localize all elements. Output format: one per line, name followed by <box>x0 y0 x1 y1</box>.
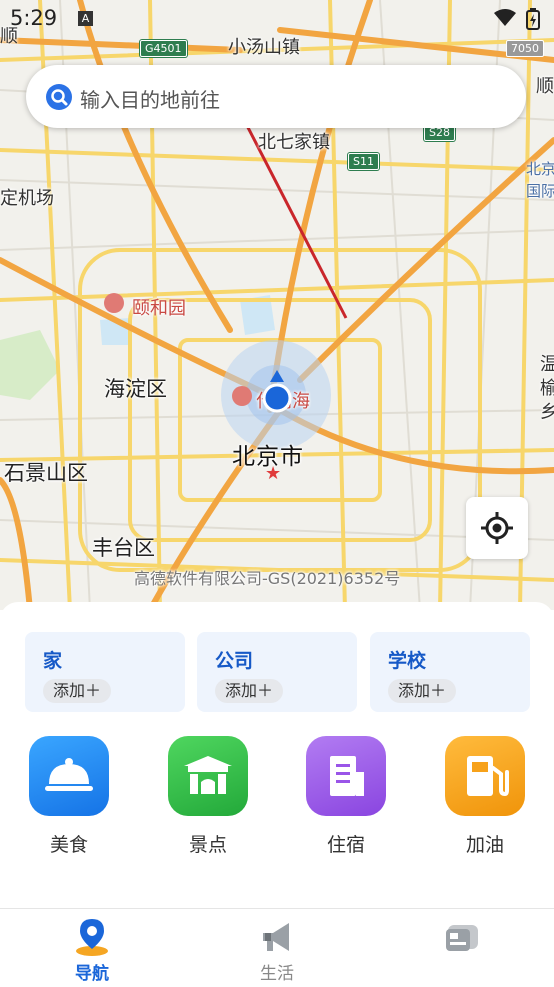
map-label-fengtai: 丰台区 <box>92 536 155 560</box>
poi-shichahai-icon[interactable] <box>232 386 252 406</box>
map-copyright: 高德软件有限公司-GS(2021)6352号 <box>134 569 401 588</box>
current-location-icon <box>262 370 292 413</box>
favorite-home-card[interactable]: 家 添加＋ <box>25 632 185 712</box>
road-badge-s11: S11 <box>348 153 379 170</box>
map-label-shijingshan: 石景山区 <box>4 461 88 485</box>
locate-me-button[interactable] <box>466 497 528 559</box>
map-label-right-edge-2: 温 <box>540 354 554 375</box>
crosshair-icon <box>481 512 513 544</box>
favorite-company-add-button[interactable]: 添加＋ <box>215 679 284 703</box>
wifi-icon <box>494 9 516 26</box>
search-placeholder: 输入目的地前往 <box>80 88 220 112</box>
road-badge-g4501: G4501 <box>140 40 187 57</box>
map-label-right-edge-4: 乡 <box>540 402 554 423</box>
search-icon <box>46 84 72 110</box>
poi-yiheyuan-icon[interactable] <box>104 293 124 313</box>
map-label-right-edge-1: 顺 <box>536 76 554 97</box>
status-time: 5:29 <box>10 6 58 30</box>
map-label-airport-east-1: 北京 <box>526 160 554 178</box>
favorite-home-add-button[interactable]: 添加＋ <box>43 679 112 703</box>
bottom-tab-bar: 导航 生活 <box>0 908 554 987</box>
tab-navigation-label: 导航 <box>75 964 109 984</box>
navigation-pin-icon <box>76 919 108 956</box>
favorite-school-add-button[interactable]: 添加＋ <box>388 679 457 703</box>
battery-icon <box>526 8 540 30</box>
tab-navigation[interactable]: 导航 <box>32 909 152 987</box>
favorite-company-card[interactable]: 公司 添加＋ <box>197 632 357 712</box>
map-label-airport-west: 定机场 <box>0 188 54 209</box>
category-hotel[interactable]: 住宿 <box>301 736 391 857</box>
category-food-label: 美食 <box>49 834 88 856</box>
map-label-beiqijia: 北七家镇 <box>258 132 330 153</box>
category-fuel[interactable]: 加油 <box>440 736 530 857</box>
tab-profile[interactable] <box>402 909 522 987</box>
map-label-right-edge-3: 榆 <box>540 378 554 399</box>
map-label-haidian: 海淀区 <box>104 377 167 401</box>
map-label-yiheyuan[interactable]: 颐和园 <box>132 294 186 320</box>
tab-life[interactable]: 生活 <box>217 909 337 987</box>
search-bar[interactable]: 输入目的地前往 <box>26 65 526 128</box>
profile-card-icon <box>446 925 478 951</box>
category-scenic-label: 景点 <box>188 834 227 856</box>
megaphone-icon <box>263 923 289 951</box>
status-bar: 5:29 A <box>0 0 554 38</box>
hotel-building-icon <box>306 736 386 816</box>
map-label-airport-east-2: 国际 <box>526 182 554 200</box>
tab-life-label: 生活 <box>260 964 294 984</box>
notification-badge: A <box>78 11 93 26</box>
landmark-gate-icon <box>168 736 248 816</box>
favorite-school-card[interactable]: 学校 添加＋ <box>370 632 530 712</box>
category-fuel-label: 加油 <box>465 834 504 856</box>
category-hotel-label: 住宿 <box>326 834 365 856</box>
favorite-school-title: 学校 <box>388 650 427 672</box>
favorite-home-title: 家 <box>43 650 63 672</box>
road-badge-code: 7050 <box>506 40 544 57</box>
fuel-pump-icon <box>445 736 525 816</box>
favorite-company-title: 公司 <box>215 650 254 672</box>
capital-star-icon: ★ <box>265 463 282 484</box>
category-scenic[interactable]: 景点 <box>163 736 253 857</box>
food-cloche-icon <box>29 736 109 816</box>
category-food[interactable]: 美食 <box>24 736 114 857</box>
bottom-panel: 家 添加＋ 公司 添加＋ 学校 添加＋ 美食 景点 住宿 加油 <box>0 602 554 908</box>
